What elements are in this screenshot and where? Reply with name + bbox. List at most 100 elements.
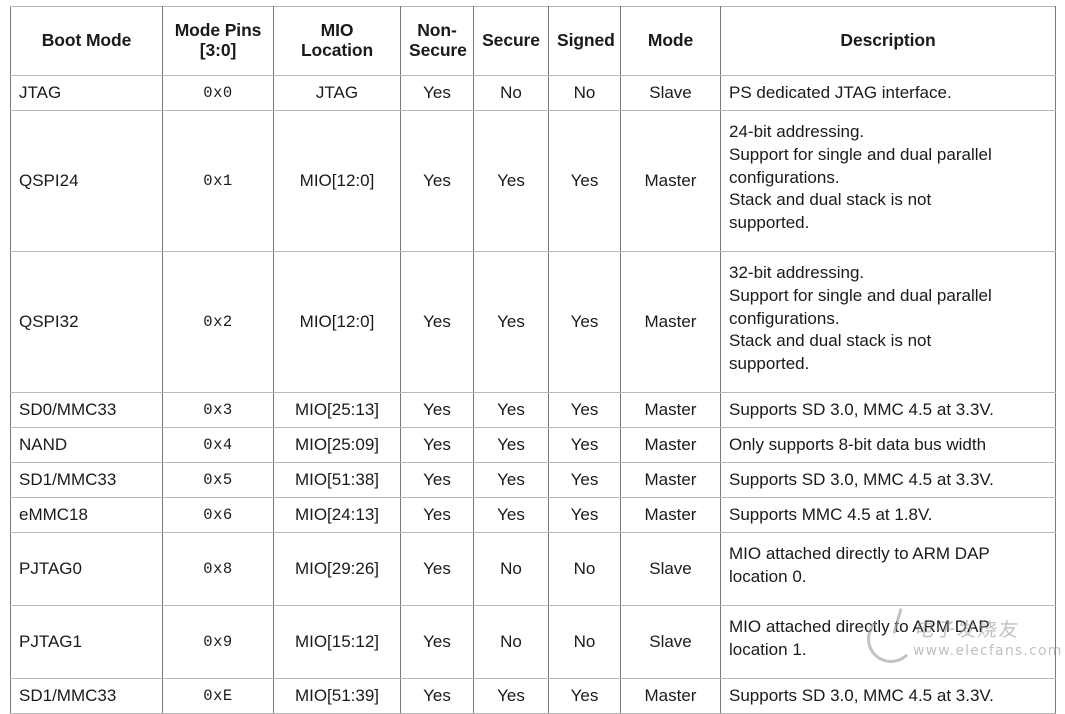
cell-non-secure: Yes <box>400 497 474 533</box>
column-header-line: Secure <box>409 40 467 60</box>
cell-secure: Yes <box>473 462 549 498</box>
cell-boot-mode: NAND <box>10 427 163 463</box>
cell-secure: Yes <box>473 427 549 463</box>
cell-signed: No <box>548 75 621 111</box>
description-line: supported. <box>729 213 810 233</box>
description-line: Supports SD 3.0, MMC 4.5 at 3.3V. <box>729 399 994 419</box>
cell-signed: Yes <box>548 251 621 393</box>
cell-mode: Slave <box>620 605 721 679</box>
cell-description: Supports MMC 4.5 at 1.8V. <box>720 497 1056 533</box>
cell-mode: Master <box>620 251 721 393</box>
description-line: Support for single and dual parallel <box>729 285 992 305</box>
column-header-line: Signed <box>557 30 615 51</box>
cell-non-secure: Yes <box>400 75 474 111</box>
cell-boot-mode: SD0/MMC33 <box>10 392 163 428</box>
column-header-line: Boot Mode <box>41 30 132 51</box>
cell-signed: Yes <box>548 497 621 533</box>
cell-boot-mode: JTAG <box>10 75 163 111</box>
cell-mode-pins: 0x8 <box>162 532 274 606</box>
cell-boot-mode: SD1/MMC33 <box>10 462 163 498</box>
cell-secure: Yes <box>473 251 549 393</box>
cell-mode: Master <box>620 462 721 498</box>
description-line: configurations. <box>729 308 840 328</box>
table-row: NAND 0x4 MIO[25:09] Yes Yes Yes Master Only sup… <box>10 427 1056 463</box>
description-line: 32-bit addressing. <box>729 263 865 282</box>
column-header-line: Mode Pins <box>174 20 262 41</box>
description-line: MIO attached directly to ARM DAP <box>729 617 990 636</box>
cell-secure: Yes <box>473 392 549 428</box>
description-line: Stack and dual stack is not <box>729 190 932 210</box>
cell-description: Only supports 8-bit data bus width <box>720 427 1056 463</box>
table-row: SD0/MMC33 0x3 MIO[25:13] Yes Yes Yes Master Sup… <box>10 392 1056 428</box>
boot-mode-table: Boot Mode Mode Pins [3:0] MIO Location Non- Se… <box>10 6 1056 714</box>
column-header-line: MIO <box>320 20 354 41</box>
cell-non-secure: Yes <box>400 605 474 679</box>
cell-description: MIO attached directly to ARM DAP location… <box>720 532 1056 606</box>
cell-mode-pins: 0x6 <box>162 497 274 533</box>
description-line: Stack and dual stack is not <box>729 331 932 351</box>
cell-secure: Yes <box>473 678 549 714</box>
column-header-line: Location <box>300 40 374 60</box>
cell-description: PS dedicated JTAG interface. <box>720 75 1056 111</box>
cell-non-secure: Yes <box>400 110 474 252</box>
column-header-line: Description <box>840 30 936 51</box>
cell-mio: MIO[29:26] <box>273 532 401 606</box>
column-header-mode-pins: Mode Pins [3:0] <box>162 6 274 76</box>
cell-mio: MIO[25:09] <box>273 427 401 463</box>
column-header-non-secure: Non- Secure <box>400 6 474 76</box>
table-row: QSPI32 0x2 MIO[12:0] Yes Yes Yes Master 32-bit … <box>10 251 1056 393</box>
cell-description: Supports SD 3.0, MMC 4.5 at 3.3V. <box>720 392 1056 428</box>
cell-mio: JTAG <box>273 75 401 111</box>
cell-signed: Yes <box>548 678 621 714</box>
column-header-mio: MIO Location <box>273 6 401 76</box>
cell-mode: Slave <box>620 532 721 606</box>
cell-secure: Yes <box>473 497 549 533</box>
cell-mio: MIO[25:13] <box>273 392 401 428</box>
description-line: supported. <box>729 354 810 374</box>
cell-secure: Yes <box>473 110 549 252</box>
description-line: PS dedicated JTAG interface. <box>729 82 952 102</box>
cell-mode: Master <box>620 392 721 428</box>
description-line: location 0. <box>729 566 807 586</box>
cell-mode-pins: 0x4 <box>162 427 274 463</box>
cell-boot-mode: PJTAG0 <box>10 532 163 606</box>
cell-secure: No <box>473 605 549 679</box>
table-row: JTAG 0x0 JTAG Yes No No Slave PS dedicated JTAG… <box>10 75 1056 111</box>
cell-signed: Yes <box>548 392 621 428</box>
cell-mio: MIO[12:0] <box>273 110 401 252</box>
cell-boot-mode: eMMC18 <box>10 497 163 533</box>
cell-mio: MIO[51:38] <box>273 462 401 498</box>
cell-mio: MIO[51:39] <box>273 678 401 714</box>
column-header-line: Secure <box>482 30 540 51</box>
cell-non-secure: Yes <box>400 462 474 498</box>
cell-mode: Master <box>620 678 721 714</box>
cell-mode: Slave <box>620 75 721 111</box>
cell-mode-pins: 0x5 <box>162 462 274 498</box>
table-header-row: Boot Mode Mode Pins [3:0] MIO Location Non- Se… <box>10 6 1056 76</box>
cell-description: Supports SD 3.0, MMC 4.5 at 3.3V. <box>720 462 1056 498</box>
table-row: SD1/MMC33 0x5 MIO[51:38] Yes Yes Yes Master Sup… <box>10 462 1056 498</box>
cell-non-secure: Yes <box>400 427 474 463</box>
table-row: SD1/MMC33 0xE MIO[51:39] Yes Yes Yes Master Sup… <box>10 678 1056 714</box>
cell-mode-pins: 0x9 <box>162 605 274 679</box>
description-line: Support for single and dual parallel <box>729 144 992 164</box>
table-body: JTAG 0x0 JTAG Yes No No Slave PS dedicated JTAG… <box>10 75 1056 714</box>
cell-non-secure: Yes <box>400 532 474 606</box>
cell-non-secure: Yes <box>400 251 474 393</box>
description-line: Only supports 8-bit data bus width <box>729 434 987 454</box>
cell-boot-mode: QSPI32 <box>10 251 163 393</box>
column-header-boot-mode: Boot Mode <box>10 6 163 76</box>
cell-signed: Yes <box>548 427 621 463</box>
description-line: 24-bit addressing. <box>729 122 865 141</box>
cell-description: MIO attached directly to ARM DAP location… <box>720 605 1056 679</box>
cell-mode: Master <box>620 427 721 463</box>
cell-non-secure: Yes <box>400 392 474 428</box>
column-header-line: Non- <box>417 20 457 41</box>
cell-description: 32-bit addressing. Support for single and… <box>720 251 1056 393</box>
description-line: configurations. <box>729 167 840 187</box>
cell-secure: No <box>473 75 549 111</box>
table-row: PJTAG1 0x9 MIO[15:12] Yes No No Slave MIO attac… <box>10 605 1056 679</box>
table-row: PJTAG0 0x8 MIO[29:26] Yes No No Slave MIO attac… <box>10 532 1056 606</box>
table-header: Boot Mode Mode Pins [3:0] MIO Location Non- Se… <box>10 6 1056 76</box>
cell-mio: MIO[12:0] <box>273 251 401 393</box>
